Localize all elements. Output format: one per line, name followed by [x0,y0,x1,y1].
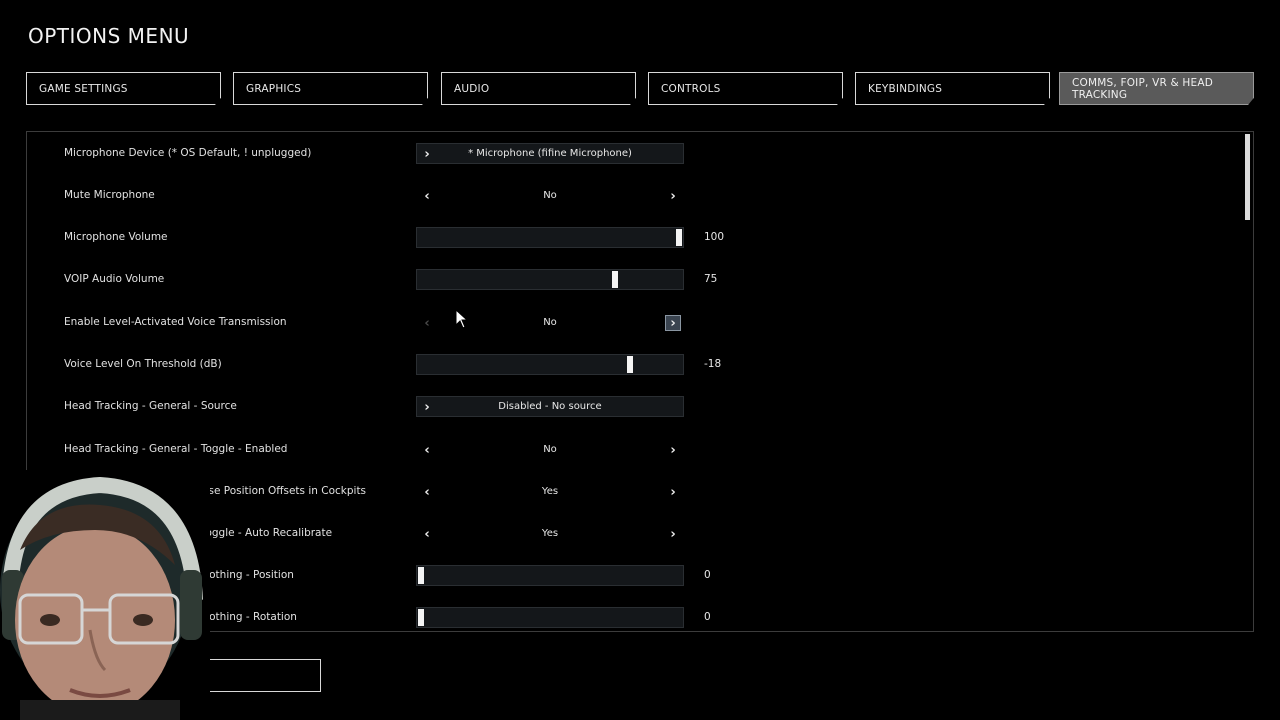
chevron-right-icon[interactable]: › [665,442,681,458]
setting-value: * Microphone (fifine Microphone) [468,148,632,159]
slider-value: 100 [704,231,725,243]
microphone-volume-slider[interactable] [416,227,684,248]
setting-value: Disabled - No source [498,401,602,412]
setting-value: No [543,190,557,201]
tab-label: COMMS, FOIP, VR & HEAD TRACKING [1072,76,1214,101]
setting-label: Microphone Device (* OS Default, ! unplu… [64,147,312,159]
slider-value: 75 [704,273,718,285]
setting-label: Enable Level-Activated Voice Transmissio… [64,316,287,328]
setting-label: Mute Microphone [64,189,155,201]
settings-panel: Microphone Device (* OS Default, ! unplu… [26,131,1254,632]
page-title: OPTIONS MENU [28,24,190,48]
setting-row-voip-audio-volume: VOIP Audio Volume 75 [27,269,1227,293]
webcam-overlay-image [0,470,210,720]
chevron-right-icon[interactable]: › [665,315,681,331]
setting-row-microphone-volume: Microphone Volume 100 [27,227,1227,251]
chevron-right-icon[interactable]: › [665,526,681,542]
slider-thumb[interactable] [418,609,424,626]
setting-label: Head Tracking - General - Source [64,400,237,412]
tab-label: CONTROLS [661,82,721,95]
tab-label: KEYBINDINGS [868,82,943,95]
tab-game-settings[interactable]: GAME SETTINGS [26,72,221,105]
setting-row-head-tracking-source: Head Tracking - General - Source › Disab… [27,396,1227,420]
position-offsets-toggle: ‹ Yes › [416,481,684,502]
setting-value: Yes [541,528,559,539]
auto-recalibrate-toggle: ‹ Yes › [416,523,684,544]
mouse-cursor-icon [455,309,469,329]
setting-label: VOIP Audio Volume [64,273,165,285]
slider-thumb[interactable] [418,567,424,584]
tab-controls[interactable]: CONTROLS [648,72,843,105]
setting-label: Voice Level On Threshold (dB) [64,358,222,370]
setting-value: No [543,444,557,455]
voice-level-threshold-slider[interactable] [416,354,684,375]
slider-value: 0 [704,611,711,623]
setting-row-voice-level-threshold: Voice Level On Threshold (dB) -18 [27,354,1227,378]
tab-audio[interactable]: AUDIO [441,72,636,105]
smoothing-rotation-slider[interactable] [416,607,684,628]
head-tracking-enabled-toggle: ‹ No › [416,439,684,460]
tab-label: AUDIO [454,82,490,95]
slider-value: 0 [704,569,711,581]
slider-thumb[interactable] [611,271,618,288]
tab-label: GRAPHICS [246,82,302,95]
setting-value: Yes [541,486,559,497]
voip-audio-volume-slider[interactable] [416,269,684,290]
chevron-right-icon[interactable]: › [665,188,681,204]
head-tracking-source-picker[interactable]: › Disabled - No source [416,396,684,417]
chevron-right-icon[interactable]: › [665,484,681,500]
slider-value: -18 [704,358,722,370]
tab-comms-foip-vr-head-tracking[interactable]: COMMS, FOIP, VR & HEAD TRACKING [1059,72,1254,105]
scrollbar-thumb[interactable] [1245,134,1250,220]
setting-row-microphone-device: Microphone Device (* OS Default, ! unplu… [27,143,1227,167]
slider-thumb[interactable] [626,356,633,373]
setting-label: Microphone Volume [64,231,168,243]
setting-row-level-activated-voice: Enable Level-Activated Voice Transmissio… [27,312,1227,336]
smoothing-position-slider[interactable] [416,565,684,586]
tab-keybindings[interactable]: KEYBINDINGS [855,72,1050,105]
tab-label: GAME SETTINGS [39,82,128,95]
microphone-device-picker[interactable]: › * Microphone (fifine Microphone) [416,143,684,164]
setting-label: Head Tracking - General - Toggle - Enabl… [64,443,288,455]
tab-graphics[interactable]: GRAPHICS [233,72,428,105]
slider-thumb[interactable] [676,229,682,246]
setting-row-mute-microphone: Mute Microphone ‹ No › [27,185,1227,209]
setting-row-head-tracking-enabled: Head Tracking - General - Toggle - Enabl… [27,439,1227,463]
mute-microphone-toggle: ‹ No › [416,185,684,206]
